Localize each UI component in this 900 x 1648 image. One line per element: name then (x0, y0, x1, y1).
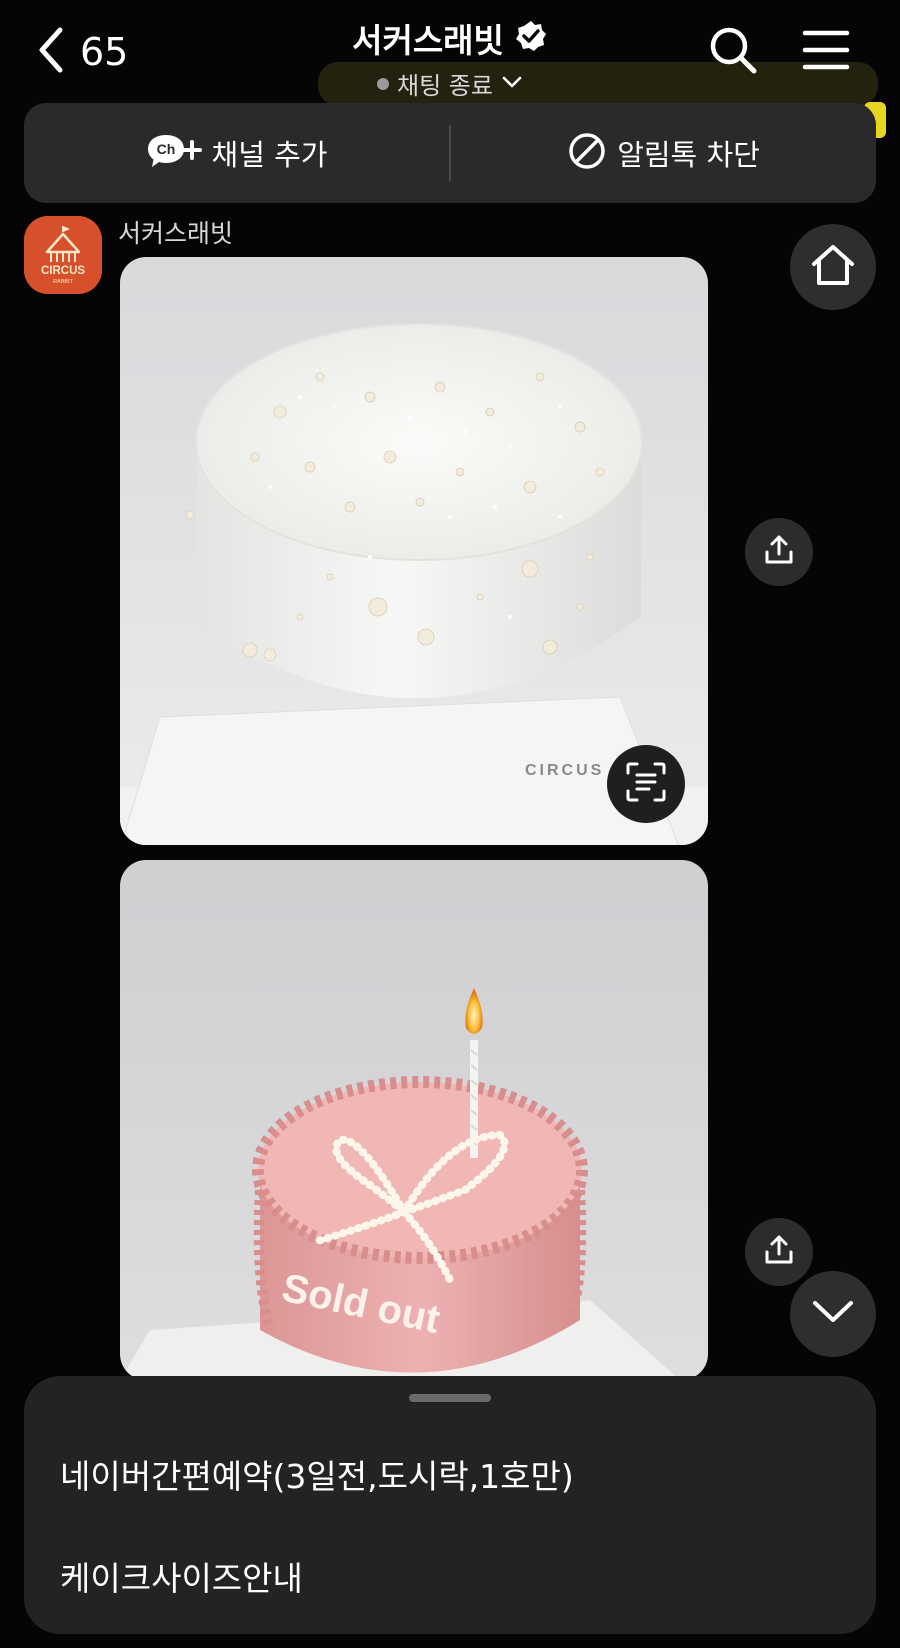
scroll-down-button[interactable] (790, 1271, 876, 1357)
message-photo-pink-bow-cake[interactable]: Sold out (120, 860, 708, 1380)
menu-bottom-sheet: 네이버간편예약(3일전,도시락,1호만) 케이크사이즈안내 (24, 1376, 876, 1634)
block-alimtalk-label: 알림톡 차단 (617, 138, 760, 172)
share-button[interactable] (745, 518, 813, 586)
share-button-2[interactable] (745, 1218, 813, 1286)
chat-title: 서커스래빗 (352, 21, 504, 60)
sender-name: 서커스래빗 (118, 219, 234, 248)
avatar-logo-text: CIRCUS (41, 265, 85, 277)
search-icon (707, 27, 759, 80)
status-dot (377, 77, 390, 90)
channel-badge-text: Ch (156, 141, 175, 157)
back-button[interactable]: 65 (36, 22, 128, 82)
chat-title-block[interactable]: 서커스래빗 채팅 종료 (250, 14, 650, 101)
block-icon (567, 131, 607, 175)
menu-icon (802, 30, 850, 76)
avatar[interactable]: CIRCUS RABBIT (24, 216, 102, 294)
chat-status: 채팅 종료 (397, 72, 493, 100)
chevron-down-icon (811, 1298, 855, 1330)
scan-text-icon (624, 760, 668, 808)
photo1-watermark: CIRCUS (525, 762, 604, 779)
channel-add-icon: Ch (146, 131, 202, 175)
menu-item-naver-booking[interactable]: 네이버간편예약(3일전,도시락,1호만) (60, 1450, 574, 1498)
share-icon (762, 533, 796, 571)
add-channel-button[interactable]: Ch 채널 추가 (24, 103, 449, 203)
channel-action-bar: Ch 채널 추가 알림톡 차단 (24, 103, 876, 203)
share-icon (762, 1233, 796, 1271)
home-icon (809, 242, 857, 292)
add-channel-label: 채널 추가 (211, 138, 328, 172)
top-bar: 65 서커스래빗 채팅 종료 (0, 0, 900, 100)
scan-text-button[interactable] (607, 745, 685, 823)
chevron-down-icon (501, 74, 523, 94)
verified-badge-icon (514, 19, 548, 57)
menu-button[interactable] (802, 28, 850, 72)
avatar-logo-subtext: RABBIT (53, 279, 74, 285)
block-alimtalk-button[interactable]: 알림톡 차단 (451, 103, 876, 203)
home-button[interactable] (790, 224, 876, 310)
unread-count: 65 (80, 30, 129, 74)
sheet-drag-handle[interactable] (409, 1394, 491, 1402)
menu-item-cake-size-guide[interactable]: 케이크사이즈안내 (60, 1552, 303, 1600)
chevron-left-icon (36, 26, 66, 78)
search-button[interactable] (707, 24, 759, 76)
